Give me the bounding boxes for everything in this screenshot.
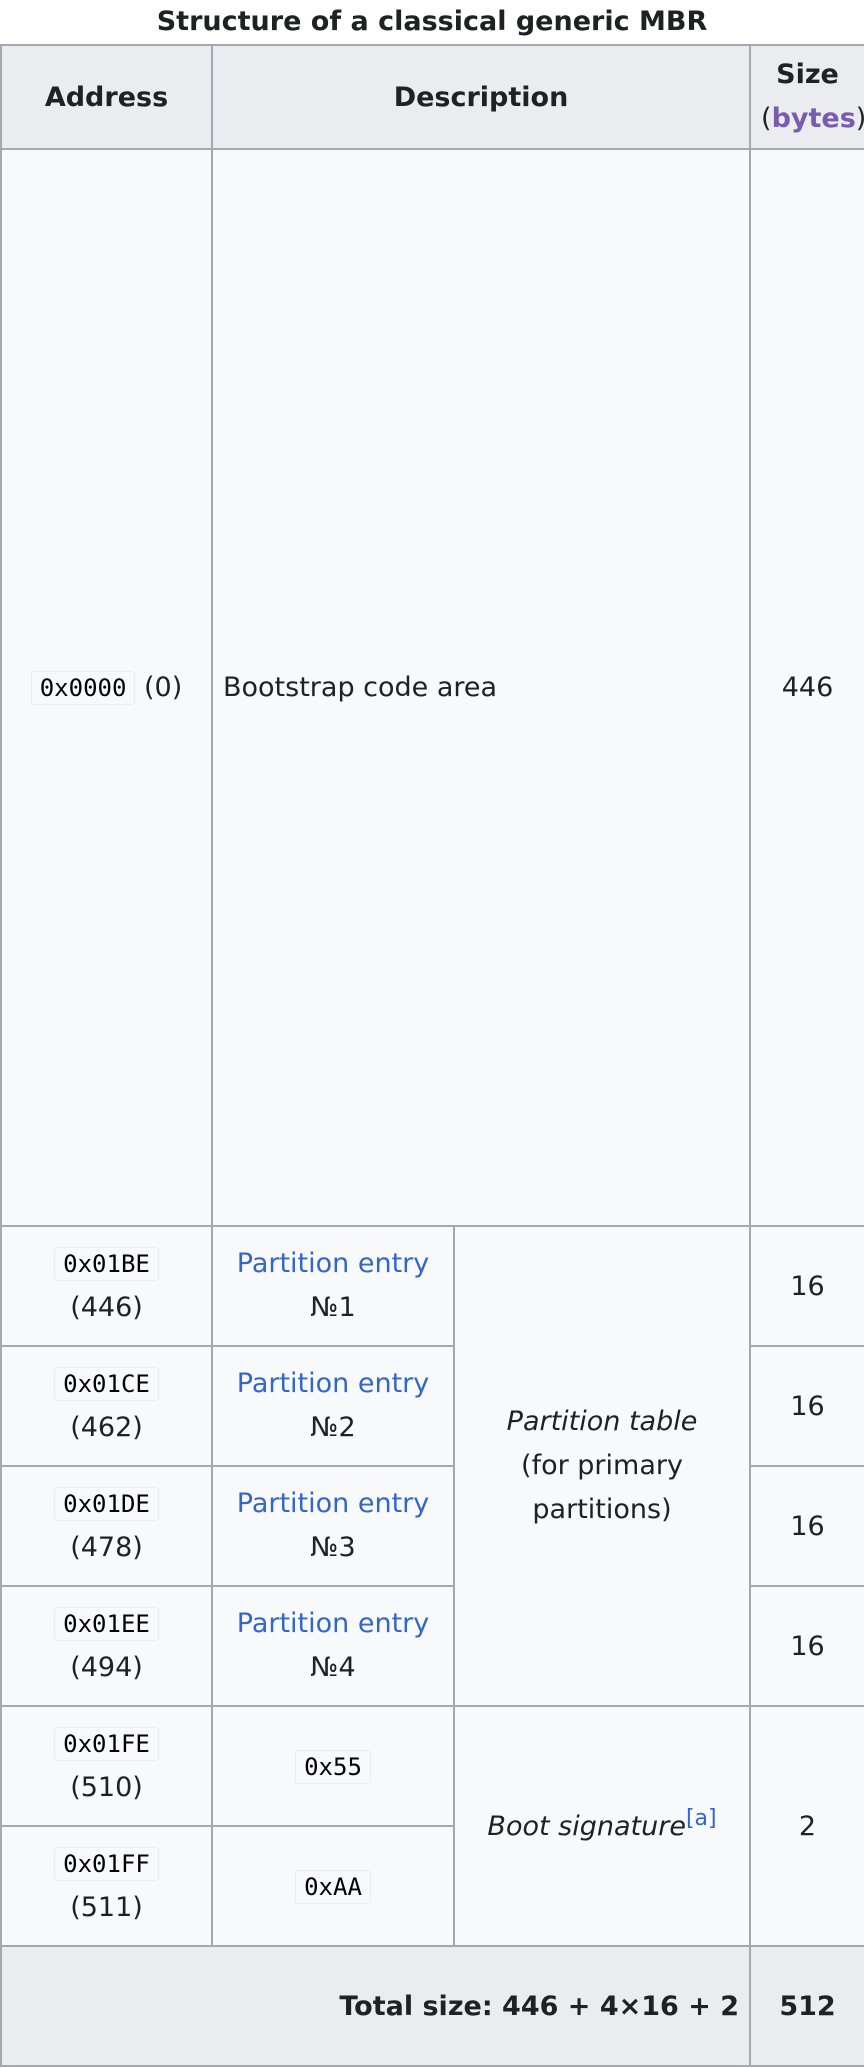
partition-entry-cell: Partition entry №4 bbox=[211, 1585, 455, 1707]
address-cell: 0x01DE (478) bbox=[0, 1465, 213, 1587]
address-hex: 0x0000 bbox=[30, 671, 136, 705]
size-cell: 16 bbox=[749, 1585, 864, 1707]
signature-byte-value: 0x55 bbox=[295, 1749, 371, 1784]
partition-entry-number: №2 bbox=[310, 1412, 356, 1443]
partition-entry-link[interactable]: Partition entry bbox=[223, 1242, 443, 1286]
mbr-structure-table: Address Description Size (bytes) 0x0000 … bbox=[0, 44, 864, 2067]
total-size-value: 512 bbox=[749, 1945, 864, 2067]
header-size-close: ) bbox=[856, 103, 864, 134]
partition-entry-cell: Partition entry №2 bbox=[211, 1345, 455, 1467]
address-decimal: (510) bbox=[70, 1772, 143, 1803]
total-row: Total size: 446 + 4×16 + 2 512 bbox=[0, 1945, 864, 2067]
header-size: Size (bytes) bbox=[749, 44, 864, 150]
boot-signature-label: Boot signature bbox=[487, 1810, 686, 1842]
partition-table-note-2: partitions) bbox=[532, 1494, 672, 1525]
address-decimal: (494) bbox=[70, 1652, 143, 1683]
size-cell: 446 bbox=[749, 148, 864, 1227]
header-address: Address bbox=[0, 44, 213, 150]
size-cell: 16 bbox=[749, 1225, 864, 1347]
partition-table-note-1: (for primary bbox=[521, 1450, 683, 1481]
partition-entry-link[interactable]: Partition entry bbox=[223, 1362, 443, 1406]
table-row: 0x01BE (446) Partition entry №1 Partitio… bbox=[0, 1225, 864, 1707]
header-description: Description bbox=[210, 44, 752, 150]
size-cell: 2 bbox=[749, 1705, 864, 1947]
partition-entry-cell: Partition entry №3 bbox=[211, 1465, 455, 1587]
address-decimal: (446) bbox=[70, 1292, 143, 1323]
partition-table-title: Partition table bbox=[506, 1406, 698, 1437]
total-size-label: Total size: 446 + 4×16 + 2 bbox=[0, 1945, 752, 2067]
header-row: Address Description Size (bytes) bbox=[0, 44, 864, 150]
footnote-a-link[interactable]: [a] bbox=[686, 1806, 717, 1831]
partition-entry-link[interactable]: Partition entry bbox=[223, 1602, 443, 1646]
address-hex: 0x01FF bbox=[54, 1847, 159, 1881]
signature-byte-cell: 0x55 bbox=[211, 1705, 455, 1827]
table-row: 0x01FE (510) 0x55 Boot signature[a] 2 bbox=[0, 1705, 864, 1947]
description-cell: Bootstrap code area bbox=[210, 148, 752, 1227]
address-hex: 0x01CE bbox=[54, 1367, 159, 1401]
address-cell: 0x01EE (494) bbox=[0, 1585, 213, 1707]
address-cell: 0x01FF (511) bbox=[0, 1825, 213, 1947]
partition-entry-link[interactable]: Partition entry bbox=[223, 1482, 443, 1526]
address-decimal: (0) bbox=[144, 672, 183, 703]
address-cell: 0x0000 (0) bbox=[0, 148, 213, 1227]
bytes-link[interactable]: bytes bbox=[772, 103, 856, 134]
size-cell: 16 bbox=[749, 1465, 864, 1587]
address-cell: 0x01FE (510) bbox=[0, 1705, 213, 1827]
address-decimal: (462) bbox=[70, 1412, 143, 1443]
size-cell: 16 bbox=[749, 1345, 864, 1467]
boot-signature-cell: Boot signature[a] bbox=[452, 1705, 752, 1947]
partition-entry-number: №1 bbox=[310, 1292, 356, 1323]
address-hex: 0x01FE bbox=[54, 1727, 159, 1761]
table-row: 0x0000 (0) Bootstrap code area 446 bbox=[0, 148, 864, 1227]
signature-byte-cell: 0xAA bbox=[211, 1825, 455, 1947]
address-cell: 0x01CE (462) bbox=[0, 1345, 213, 1467]
partition-entry-number: №3 bbox=[310, 1532, 356, 1563]
partition-entry-cell: Partition entry №1 bbox=[211, 1225, 455, 1347]
header-size-open: ( bbox=[761, 103, 772, 134]
address-hex: 0x01EE bbox=[54, 1607, 159, 1641]
table-caption: Structure of a classical generic MBR bbox=[156, 6, 708, 37]
address-hex: 0x01BE bbox=[54, 1247, 159, 1281]
address-decimal: (511) bbox=[70, 1892, 143, 1923]
partition-table-cell: Partition table (for primary partitions) bbox=[452, 1225, 752, 1707]
address-hex: 0x01DE bbox=[54, 1487, 159, 1521]
partition-entry-number: №4 bbox=[310, 1652, 356, 1683]
header-size-label: Size bbox=[776, 59, 839, 90]
address-decimal: (478) bbox=[70, 1532, 143, 1563]
address-cell: 0x01BE (446) bbox=[0, 1225, 213, 1347]
signature-byte-value: 0xAA bbox=[295, 1869, 371, 1904]
